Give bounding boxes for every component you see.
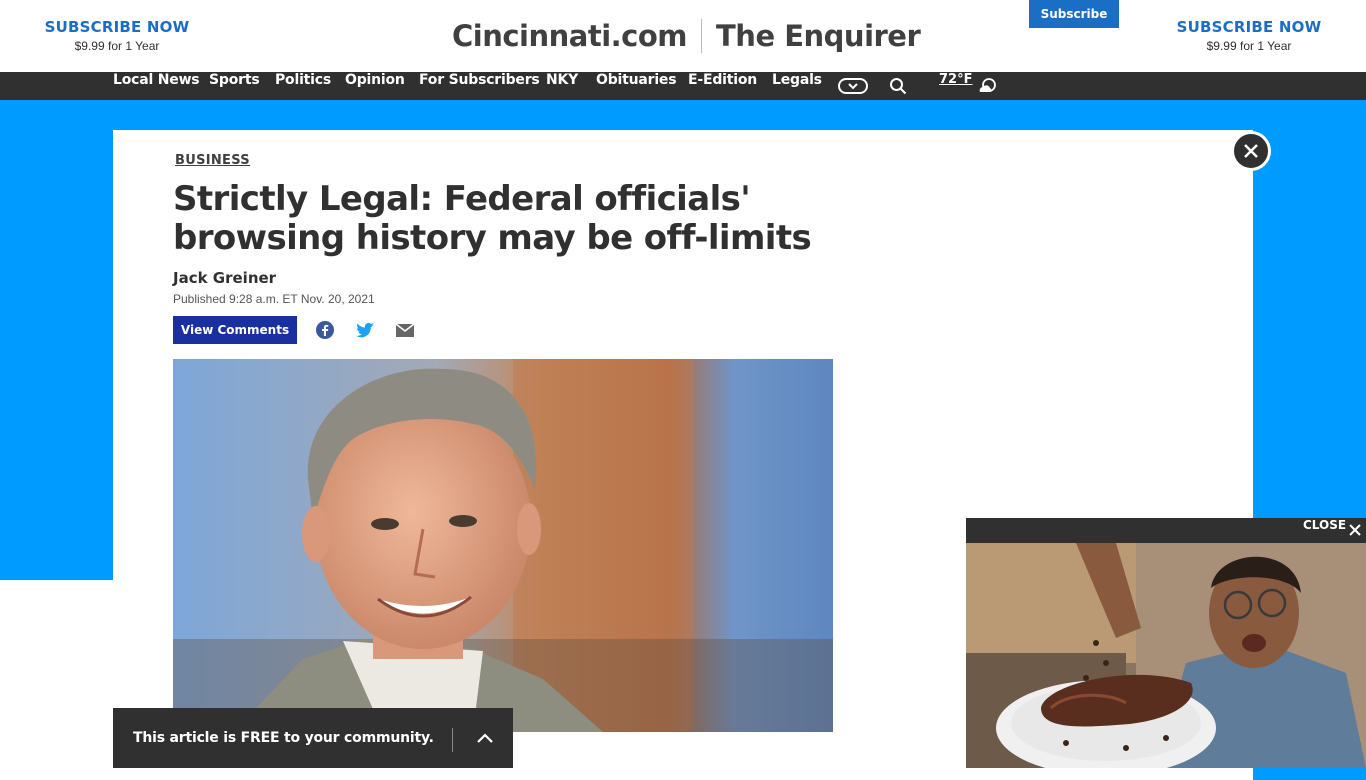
weather-partly-cloudy-icon[interactable] xyxy=(977,77,997,95)
subscribe-promo-price: $9.99 for 1 Year xyxy=(1206,39,1292,53)
subscribe-promo-left[interactable]: SUBSCRIBE NOW $9.99 for 1 Year xyxy=(17,18,217,53)
main-nav: Local News Sports Politics Opinion For S… xyxy=(0,72,1366,100)
email-icon[interactable] xyxy=(395,320,415,340)
chevron-down-icon xyxy=(848,83,858,90)
article-author[interactable]: Jack Greiner xyxy=(173,269,276,287)
subscribe-promo-price: $9.99 for 1 Year xyxy=(74,39,160,53)
weather-temp[interactable]: 72°F xyxy=(939,72,972,100)
nav-item-local-news[interactable]: Local News xyxy=(113,72,200,100)
close-icon[interactable] xyxy=(1349,524,1361,536)
subscribe-promo-title[interactable]: SUBSCRIBE NOW xyxy=(17,18,217,36)
video-close-button[interactable]: CLOSE xyxy=(1303,518,1346,543)
nav-item-politics[interactable]: Politics xyxy=(275,72,331,100)
banner-divider xyxy=(452,728,453,752)
article-headline: Strictly Legal: Federal officials' brows… xyxy=(173,179,812,258)
masthead-site[interactable]: Cincinnati.com xyxy=(452,19,688,53)
video-thumbnail xyxy=(966,543,1366,768)
masthead-divider xyxy=(701,19,703,53)
masthead-paper[interactable]: The Enquirer xyxy=(716,19,921,53)
article-photo[interactable] xyxy=(173,359,833,732)
nav-item-legals[interactable]: Legals xyxy=(772,72,822,100)
published-date: Published 9:28 a.m. ET Nov. 20, 2021 xyxy=(173,292,375,306)
nav-item-opinion[interactable]: Opinion xyxy=(345,72,405,100)
portrait-image xyxy=(173,359,833,732)
chevron-up-icon[interactable] xyxy=(475,730,495,746)
close-article-button[interactable] xyxy=(1231,131,1271,171)
free-article-text: This article is FREE to your community. xyxy=(133,730,434,746)
nav-item-e-edition[interactable]: E-Edition xyxy=(688,72,757,100)
section-label[interactable]: BUSINESS xyxy=(175,153,250,168)
twitter-icon[interactable] xyxy=(355,320,375,340)
nav-item-sports[interactable]: Sports xyxy=(209,72,260,100)
view-comments-button[interactable]: View Comments xyxy=(173,316,297,344)
sign-in-link[interactable]: Sign In xyxy=(1138,0,1185,28)
nav-item-nky[interactable]: NKY xyxy=(546,72,578,100)
nav-item-obituaries[interactable]: Obituaries xyxy=(596,72,677,100)
more-menu-button[interactable] xyxy=(838,78,868,94)
close-icon xyxy=(1244,144,1258,158)
search-icon[interactable] xyxy=(889,77,907,95)
facebook-icon[interactable] xyxy=(315,320,335,340)
nav-item-for-subscribers[interactable]: For Subscribers xyxy=(419,72,540,100)
masthead-logo[interactable]: Cincinnati.com The Enquirer xyxy=(452,14,921,58)
free-article-banner: This article is FREE to your community. xyxy=(113,708,513,768)
subscribe-button[interactable]: Subscribe xyxy=(1029,0,1119,28)
chevron-down-icon[interactable] xyxy=(1184,8,1196,20)
video-player[interactable] xyxy=(966,543,1366,768)
